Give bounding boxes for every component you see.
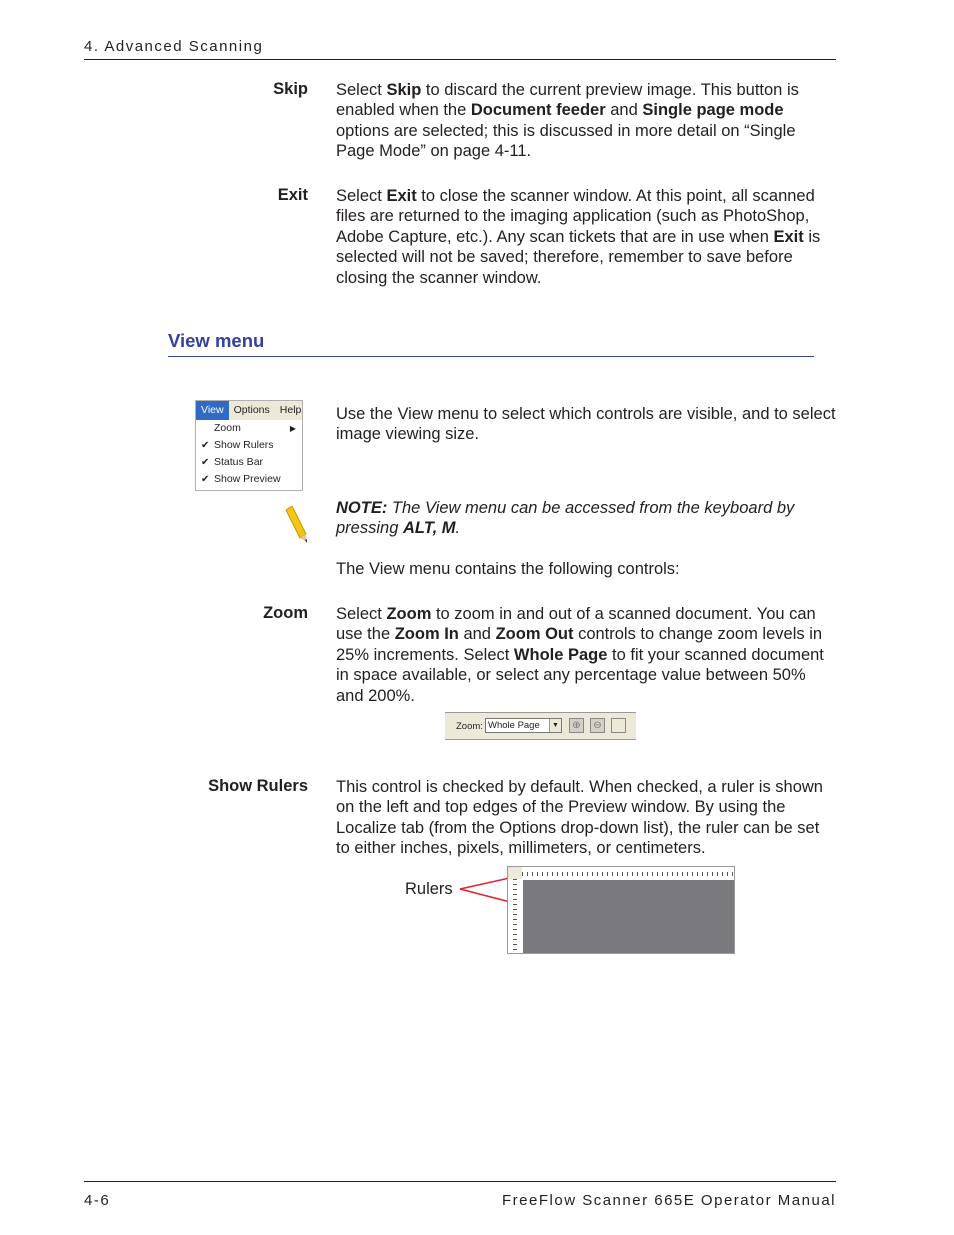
pencil-note-icon xyxy=(285,506,307,543)
ruler-corner xyxy=(508,867,522,879)
section-heading: View menu xyxy=(168,330,265,351)
footer-rule xyxy=(84,1181,836,1182)
text-run: Select xyxy=(336,81,387,99)
bold-term: Zoom In xyxy=(394,625,459,644)
zoom-toolbar-label: Zoom: xyxy=(456,721,483,732)
text-run: Select xyxy=(336,605,387,623)
contains-text: The View menu contains the following con… xyxy=(336,560,680,578)
bold-term: Zoom xyxy=(386,605,432,623)
preview-area xyxy=(523,880,734,953)
check-icon: ✔ xyxy=(201,440,210,451)
menu-item-zoom: Zoom ▶ xyxy=(196,420,302,437)
skip-label: Skip xyxy=(273,80,308,98)
check-icon: ✔ xyxy=(201,457,210,468)
top-ruler xyxy=(522,867,734,879)
bold-term: Document feeder xyxy=(470,101,606,120)
rulers-callout-label: Rulers xyxy=(405,880,453,898)
zoom-label: Zoom xyxy=(263,604,308,622)
bold-term: Skip xyxy=(386,81,422,99)
bold-term: Exit xyxy=(386,187,417,205)
rulers-screenshot xyxy=(507,866,735,954)
left-ruler xyxy=(508,879,522,953)
bold-term: NOTE: xyxy=(336,499,388,517)
menu-view: View xyxy=(196,401,229,420)
section-rule xyxy=(168,356,814,357)
menu-help: Help xyxy=(279,404,302,416)
show-rulers-label: Show Rulers xyxy=(208,777,308,795)
exit-description: Select Exit to close the scanner window.… xyxy=(336,186,836,288)
view-menu-intro: Use the View menu to select which contro… xyxy=(336,405,836,444)
dropdown-arrow-icon: ▼ xyxy=(549,719,561,732)
bold-term: Exit xyxy=(773,227,804,246)
menu-options: Options xyxy=(233,404,270,416)
zoom-description: Select Zoom to zoom in and out of a scan… xyxy=(336,604,836,706)
exit-label: Exit xyxy=(277,186,308,204)
bold-term: Single page mode xyxy=(642,101,784,120)
menu-item-show-preview: ✔ Show Preview xyxy=(196,471,302,488)
zoom-in-icon: ⊕ xyxy=(569,718,584,733)
header-rule xyxy=(84,59,836,60)
bold-term: Zoom Out xyxy=(495,625,574,644)
zoom-toolbar-screenshot: Zoom: Whole Page ▼ ⊕ ⊖ xyxy=(445,712,636,740)
bold-term: Whole Page xyxy=(513,645,608,664)
page-number: 4-6 xyxy=(84,1192,111,1209)
bold-term: ALT, M xyxy=(402,519,456,538)
text-run: This control is checked by default. When… xyxy=(336,778,823,858)
whole-page-icon xyxy=(611,718,626,733)
note-text: NOTE: The View menu can be accessed from… xyxy=(336,498,836,539)
text-run: options are selected; this is discussed … xyxy=(336,121,796,161)
submenu-arrow-icon: ▶ xyxy=(289,424,296,433)
chapter-header: 4. Advanced Scanning xyxy=(84,38,264,55)
text-run: Select xyxy=(336,187,387,205)
text-run: . xyxy=(455,519,461,538)
skip-description: Select Skip to discard the current previ… xyxy=(336,80,836,162)
menu-item-status-bar: ✔ Status Bar xyxy=(196,454,302,471)
text-run: and xyxy=(458,625,496,644)
zoom-out-icon: ⊖ xyxy=(590,718,605,733)
show-rulers-description: This control is checked by default. When… xyxy=(336,777,836,859)
view-menu-screenshot: View Options Help Zoom ▶ ✔ Show Rulers ✔ St… xyxy=(195,400,303,491)
check-icon: ✔ xyxy=(201,474,210,485)
menu-item-show-rulers: ✔ Show Rulers xyxy=(196,437,302,454)
zoom-select: Whole Page ▼ xyxy=(485,718,562,733)
manual-title: FreeFlow Scanner 665E Operator Manual xyxy=(502,1192,836,1209)
text-run: and xyxy=(605,101,643,120)
manual-page: 4. Advanced Scanning Skip Select Skip to… xyxy=(0,0,954,1235)
